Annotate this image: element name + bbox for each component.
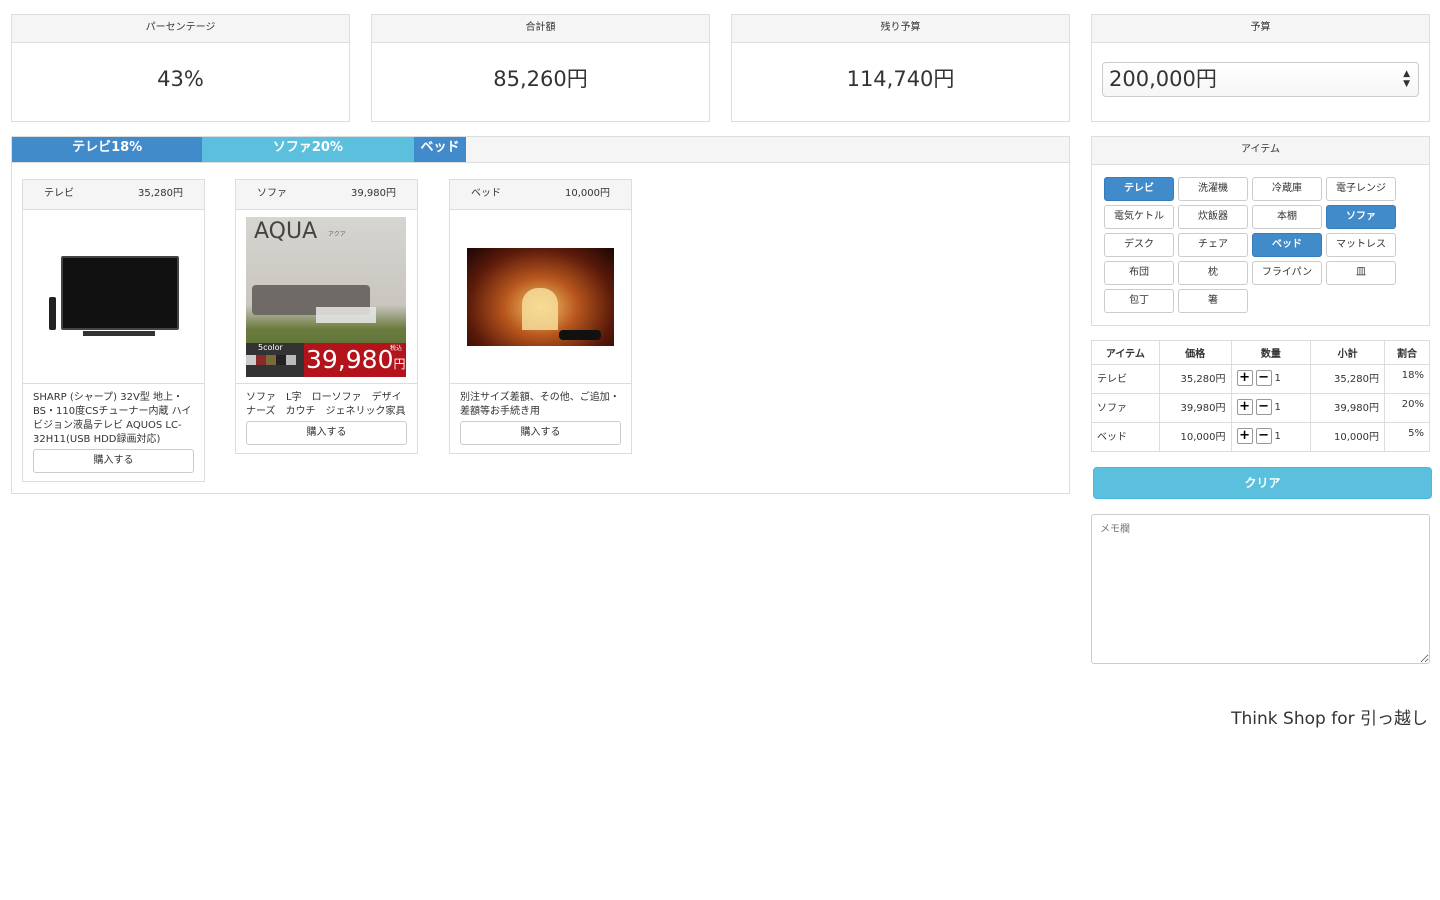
- item-toggle-button[interactable]: マットレス: [1326, 233, 1396, 257]
- stat-label: 合計額: [372, 15, 709, 43]
- progress-segment-tv: テレビ18%: [12, 137, 203, 163]
- minus-icon[interactable]: −: [1255, 370, 1272, 386]
- item-toggle-button[interactable]: ソファ: [1326, 205, 1396, 229]
- qty-value: 1: [1274, 431, 1281, 442]
- table-header-row: アイテム 価格 数量 小計 割合: [1091, 340, 1430, 365]
- budget-label: 予算: [1092, 15, 1429, 43]
- product-card-sofa: ソファ 39,980円 AQUA アクア 5color 39,980円 税込 ソファ…: [235, 179, 418, 454]
- cell-ratio: 5%: [1384, 422, 1430, 452]
- item-toggle-button[interactable]: 包丁: [1104, 289, 1174, 313]
- minus-icon[interactable]: −: [1255, 399, 1272, 415]
- item-toggle-button[interactable]: フライパン: [1252, 261, 1322, 285]
- cell-subtotal: 39,980円: [1310, 393, 1386, 423]
- cell-price: 35,280円: [1158, 364, 1232, 394]
- select-arrows-icon: ▲ ▼: [1403, 69, 1410, 89]
- table-row: ソファ 39,980円 + −1 39,980円 20%: [1091, 393, 1430, 423]
- progress-segment-sofa: ソファ20%: [202, 137, 414, 163]
- item-toggle-button[interactable]: 炊飯器: [1178, 205, 1248, 229]
- sofa-image: AQUA アクア 5color 39,980円 税込: [236, 210, 417, 384]
- card-description: 別注サイズ差額、その他、ご追加・差額等お手続き用: [460, 392, 620, 417]
- product-card-tv: テレビ 35,280円 SHARP (シャープ) 32V型 地上・BS・110度C…: [22, 179, 205, 482]
- sofa-image-price: 39,980円 税込: [304, 343, 406, 377]
- cell-qty: + −1: [1230, 422, 1312, 452]
- cell-subtotal: 35,280円: [1310, 364, 1386, 394]
- item-toggle-button[interactable]: 箸: [1178, 289, 1248, 313]
- item-toggle-button[interactable]: 洗濯機: [1178, 177, 1248, 201]
- sofa-image-sub: アクア: [328, 231, 346, 238]
- col-header-qty: 数量: [1230, 340, 1312, 365]
- budget-panel: 予算 200,000円 ▲ ▼: [1091, 14, 1430, 122]
- cell-item: テレビ: [1091, 364, 1160, 394]
- cell-ratio: 18%: [1384, 364, 1430, 394]
- item-button-grid: テレビ 洗濯機 冷蔵庫 電子レンジ電気ケトル 炊飯器 本棚 ソファデスク チェア ベッド マットレ…: [1104, 177, 1396, 313]
- bed-image: [450, 210, 631, 384]
- card-description: SHARP (シャープ) 32V型 地上・BS・110度CSチューナー内蔵 ハイ…: [33, 392, 192, 445]
- budget-value: 200,000円: [1109, 67, 1217, 91]
- cell-qty: + −1: [1230, 364, 1312, 394]
- col-header-subtotal: 小計: [1310, 340, 1386, 365]
- item-toggle-button[interactable]: 電子レンジ: [1326, 177, 1396, 201]
- cell-ratio: 20%: [1384, 393, 1430, 423]
- cell-price: 39,980円: [1158, 393, 1232, 423]
- stat-value: 43%: [157, 67, 204, 91]
- cell-item: ソファ: [1091, 393, 1160, 423]
- cell-price: 10,000円: [1158, 422, 1232, 452]
- stat-label: 残り予算: [732, 15, 1069, 43]
- clear-button[interactable]: クリア: [1093, 467, 1432, 499]
- card-name: ソファ: [257, 188, 287, 199]
- item-toggle-button[interactable]: 皿: [1326, 261, 1396, 285]
- table-row: ベッド 10,000円 + −1 10,000円 5%: [1091, 422, 1430, 452]
- item-toggle-button[interactable]: 布団: [1104, 261, 1174, 285]
- card-price: 10,000円: [565, 188, 610, 199]
- tv-image: [23, 210, 204, 384]
- stat-label: パーセンテージ: [12, 15, 349, 43]
- summary-table: アイテム 価格 数量 小計 割合 テレビ 35,280円 + −1 35,280円…: [1091, 340, 1430, 452]
- cell-qty: + −1: [1230, 393, 1312, 423]
- item-toggle-button[interactable]: 本棚: [1252, 205, 1322, 229]
- plus-icon[interactable]: +: [1236, 428, 1253, 444]
- item-toggle-button[interactable]: チェア: [1178, 233, 1248, 257]
- item-toggle-button[interactable]: テレビ: [1104, 177, 1174, 201]
- buy-button[interactable]: 購入する: [460, 421, 621, 445]
- memo-field[interactable]: [1091, 514, 1430, 664]
- plus-icon[interactable]: +: [1236, 370, 1253, 386]
- cell-item: ベッド: [1091, 422, 1160, 452]
- buy-button[interactable]: 購入する: [33, 449, 194, 473]
- items-panel: アイテム テレビ 洗濯機 冷蔵庫 電子レンジ電気ケトル 炊飯器 本棚 ソファデスク チェア ベッ…: [1091, 136, 1430, 326]
- buy-button[interactable]: 購入する: [246, 421, 407, 445]
- minus-icon[interactable]: −: [1255, 428, 1272, 444]
- budget-select[interactable]: 200,000円 ▲ ▼: [1102, 62, 1419, 97]
- stat-total: 合計額 85,260円: [371, 14, 710, 122]
- card-price: 39,980円: [351, 188, 396, 199]
- sofa-image-title: AQUA: [254, 219, 318, 244]
- item-toggle-button[interactable]: デスク: [1104, 233, 1174, 257]
- sofa-image-color: 5color: [258, 343, 283, 352]
- item-toggle-button[interactable]: ベッド: [1252, 233, 1322, 257]
- progress-segment-bed: ベッド: [413, 137, 467, 163]
- stat-remaining: 残り予算 114,740円: [731, 14, 1070, 122]
- item-toggle-button[interactable]: 電気ケトル: [1104, 205, 1174, 229]
- product-card-bed: ベッド 10,000円 別注サイズ差額、その他、ご追加・差額等お手続き用 購入する: [449, 179, 632, 454]
- stat-value: 85,260円: [493, 67, 588, 91]
- card-price: 35,280円: [138, 188, 183, 199]
- footer-brand: Think Shop for 引っ越し: [1231, 709, 1428, 729]
- item-toggle-button[interactable]: 冷蔵庫: [1252, 177, 1322, 201]
- col-header-ratio: 割合: [1384, 340, 1430, 365]
- table-row: テレビ 35,280円 + −1 35,280円 18%: [1091, 364, 1430, 394]
- stat-percentage: パーセンテージ 43%: [11, 14, 350, 122]
- item-toggle-button[interactable]: 枕: [1178, 261, 1248, 285]
- stat-value: 114,740円: [846, 67, 955, 91]
- qty-value: 1: [1274, 373, 1281, 384]
- plus-icon[interactable]: +: [1236, 399, 1253, 415]
- card-description: ソファ L字 ローソファ デザイナーズ カウチ ジェネリック家具: [246, 392, 406, 417]
- card-name: テレビ: [44, 188, 74, 199]
- cell-subtotal: 10,000円: [1310, 422, 1386, 452]
- card-name: ベッド: [471, 188, 501, 199]
- col-header-price: 価格: [1158, 340, 1232, 365]
- qty-value: 1: [1274, 402, 1281, 413]
- col-header-item: アイテム: [1091, 340, 1160, 365]
- items-panel-title: アイテム: [1092, 137, 1429, 165]
- budget-progress: テレビ18% ソファ20% ベッド: [11, 136, 1070, 163]
